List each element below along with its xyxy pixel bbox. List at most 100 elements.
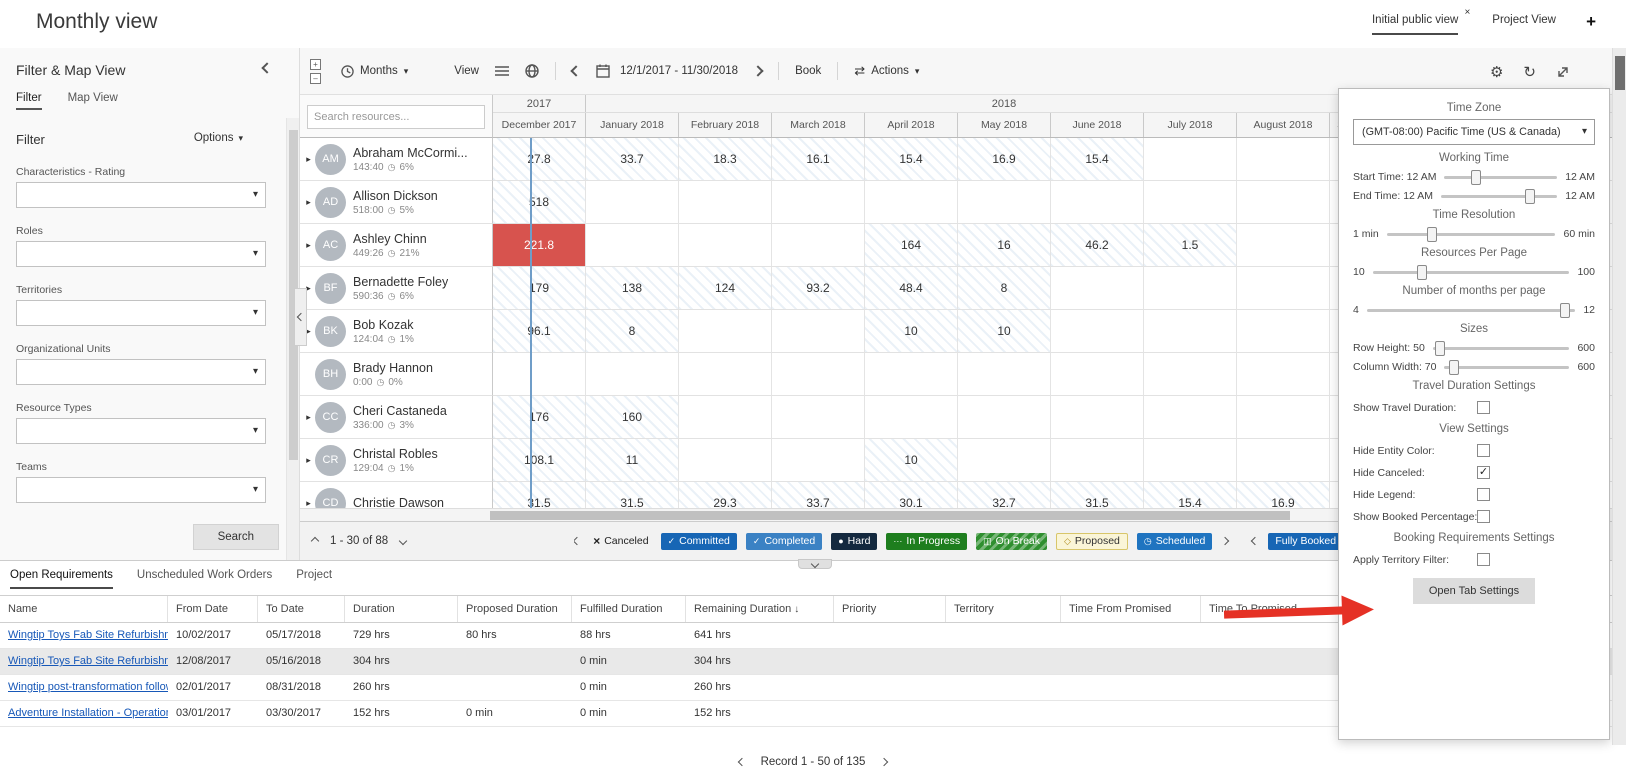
grid-cell[interactable]: 33.7 — [586, 138, 679, 181]
apply-territory-filter-checkbox[interactable] — [1477, 553, 1490, 566]
grid-cell[interactable]: 108.1 — [493, 439, 586, 482]
grid-cell[interactable]: 16.9 — [1237, 482, 1330, 508]
grid-cell[interactable]: 518 — [493, 181, 586, 224]
legend-scroll-right-icon[interactable] — [1221, 537, 1229, 545]
column-header-from-date[interactable]: From Date — [168, 596, 258, 622]
add-view-icon[interactable]: + — [1586, 12, 1596, 32]
open-tab-settings-button[interactable]: Open Tab Settings — [1413, 578, 1535, 604]
slider-handle[interactable] — [1417, 265, 1427, 280]
show-travel-duration-checkbox[interactable] — [1477, 401, 1490, 414]
hide-legend-checkbox[interactable] — [1477, 488, 1490, 501]
grid-cell[interactable] — [1237, 181, 1330, 224]
grid-cell[interactable]: 27.8 — [493, 138, 586, 181]
resource-cell[interactable]: ▸ADAllison Dickson518:00◷5% — [300, 181, 493, 224]
grid-cell[interactable]: 124 — [679, 267, 772, 310]
grid-cell[interactable]: 15.4 — [1144, 482, 1237, 508]
expand-resource-icon[interactable]: ▸ — [302, 154, 315, 165]
grid-cell[interactable] — [1144, 181, 1237, 224]
grid-cell[interactable] — [679, 181, 772, 224]
calendar-icon[interactable] — [596, 64, 610, 78]
grid-cell[interactable] — [1144, 310, 1237, 353]
grid-cell[interactable]: 11 — [586, 439, 679, 482]
tab-filter[interactable]: Filter — [16, 92, 42, 110]
grid-cell[interactable] — [586, 181, 679, 224]
grid-cell[interactable] — [958, 181, 1051, 224]
resource-cell[interactable]: ▸CCCheri Castaneda336:00◷3% — [300, 396, 493, 439]
settings-gear-icon[interactable]: ⚙ — [1490, 63, 1503, 81]
grid-cell[interactable]: 16.1 — [772, 138, 865, 181]
alerts-scroll-left-icon[interactable] — [1251, 537, 1259, 545]
grid-cell[interactable] — [1144, 353, 1237, 396]
grid-cell[interactable] — [1237, 310, 1330, 353]
column-header-name[interactable]: Name — [0, 596, 168, 622]
column-header-remaining-duration[interactable]: Remaining Duration↓ — [686, 596, 834, 622]
timeline-month[interactable]: February 2018 — [679, 113, 772, 137]
grid-cell[interactable]: 15.4 — [865, 138, 958, 181]
grid-cell[interactable] — [1237, 396, 1330, 439]
grid-cell[interactable]: 31.5 — [1051, 482, 1144, 508]
grid-cell[interactable]: 96.1 — [493, 310, 586, 353]
resource-cell[interactable]: BHBrady Hannon0:00◷0% — [300, 353, 493, 396]
grid-cell[interactable] — [1051, 310, 1144, 353]
close-tab-icon[interactable]: × — [1464, 7, 1470, 18]
grid-cell[interactable] — [772, 181, 865, 224]
timeline-month[interactable]: March 2018 — [772, 113, 865, 137]
grid-cell[interactable] — [679, 353, 772, 396]
resource-cell[interactable]: ▸CRChristal Robles129:04◷1% — [300, 439, 493, 482]
slider-handle[interactable] — [1427, 227, 1437, 242]
expand-resource-icon[interactable]: ▸ — [302, 498, 315, 509]
column-header-duration[interactable]: Duration — [345, 596, 458, 622]
prev-records-icon[interactable] — [737, 758, 745, 766]
timeline-month[interactable]: April 2018 — [865, 113, 958, 137]
grid-cell[interactable] — [493, 353, 586, 396]
grid-cell[interactable] — [586, 224, 679, 267]
grid-cell[interactable] — [772, 224, 865, 267]
legend-scroll-left-icon[interactable] — [574, 537, 581, 545]
slider-handle[interactable] — [1560, 303, 1570, 318]
grid-cell[interactable]: 48.4 — [865, 267, 958, 310]
requirement-link[interactable]: Wingtip post-transformation follow... — [0, 675, 168, 700]
time-zone-dropdown[interactable]: (GMT-08:00) Pacific Time (US & Canada)▾ — [1353, 119, 1595, 145]
grid-cell[interactable] — [679, 224, 772, 267]
resource-cell[interactable]: ▸CDChristie Dawson — [300, 482, 493, 508]
grid-cell[interactable] — [679, 310, 772, 353]
grid-cell[interactable]: 176 — [493, 396, 586, 439]
expand-resource-icon[interactable]: ▸ — [302, 197, 315, 208]
list-view-icon[interactable] — [495, 65, 509, 77]
page-down-icon[interactable] — [399, 537, 407, 545]
panel-collapse-handle[interactable] — [798, 559, 832, 569]
tab-map-view[interactable]: Map View — [68, 92, 118, 110]
timeline-month[interactable]: June 2018 — [1051, 113, 1144, 137]
column-header-proposed-duration[interactable]: Proposed Duration — [458, 596, 572, 622]
view-tab-initial-public-view[interactable]: Initial public view× — [1372, 14, 1458, 35]
slider-handle[interactable] — [1435, 341, 1445, 356]
grid-cell[interactable]: 31.5 — [493, 482, 586, 508]
slider-track[interactable] — [1444, 366, 1569, 369]
slider-track[interactable] — [1444, 176, 1557, 179]
grid-cell[interactable]: 46.2 — [1051, 224, 1144, 267]
grid-cell[interactable] — [1051, 396, 1144, 439]
filter-field-dropdown[interactable]: ▾ — [16, 300, 266, 326]
column-header-priority[interactable]: Priority — [834, 596, 946, 622]
grid-cell[interactable]: 179 — [493, 267, 586, 310]
grid-cell[interactable]: 160 — [586, 396, 679, 439]
filter-field-dropdown[interactable]: ▾ — [16, 359, 266, 385]
grid-cell[interactable]: 93.2 — [772, 267, 865, 310]
date-range-label[interactable]: 12/1/2017 - 11/30/2018 — [620, 65, 738, 77]
collapse-panel-icon[interactable] — [261, 62, 272, 73]
grid-cell[interactable] — [772, 439, 865, 482]
grid-cell[interactable] — [865, 396, 958, 439]
resource-cell[interactable]: ▸BFBernadette Foley590:36◷6% — [300, 267, 493, 310]
filter-field-dropdown[interactable]: ▾ — [16, 418, 266, 444]
slider-track[interactable] — [1367, 309, 1575, 312]
actions-button[interactable]: ⇄ Actions ▾ — [854, 63, 919, 79]
grid-cell[interactable] — [1144, 267, 1237, 310]
grid-cell[interactable]: 164 — [865, 224, 958, 267]
requirement-link[interactable]: Adventure Installation - Operations... — [0, 701, 168, 726]
grid-cell[interactable] — [1144, 396, 1237, 439]
slider-track[interactable] — [1433, 347, 1570, 350]
hide-entity-color-checkbox[interactable] — [1477, 444, 1490, 457]
vertical-scrollbar[interactable] — [1612, 48, 1626, 745]
time-scale-button[interactable]: Months ▾ — [341, 65, 408, 78]
grid-cell[interactable] — [865, 181, 958, 224]
